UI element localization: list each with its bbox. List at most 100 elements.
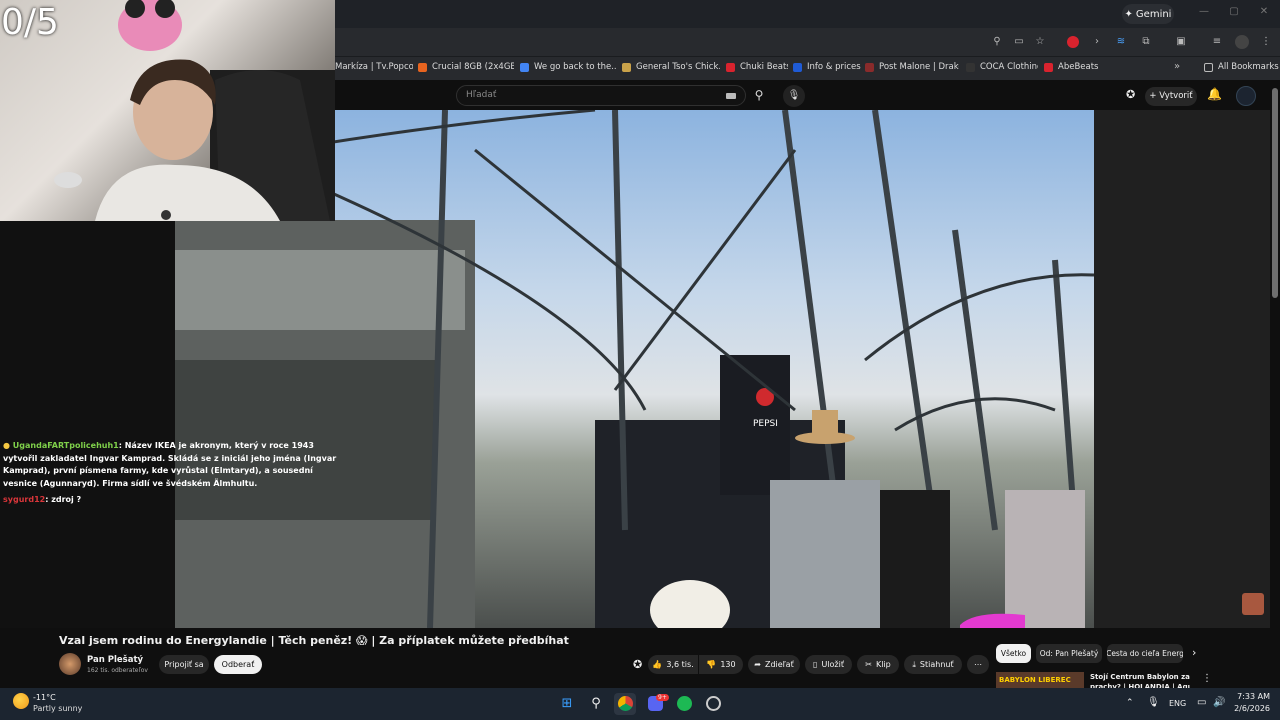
chrome-icon[interactable] xyxy=(614,693,636,715)
bookmark-label: Chuki Beats xyxy=(740,62,788,72)
bookmark-label: Post Malone | Drake... xyxy=(879,62,959,72)
extension-icon[interactable]: ≋ xyxy=(1114,35,1128,49)
more-icon[interactable]: ⋯ xyxy=(967,655,989,674)
bookmark-label: Info & prices xyxy=(807,62,861,72)
mic-icon[interactable]: 🎙 xyxy=(1147,697,1160,708)
bookmark-item[interactable]: Markíza | Tv.Popcor... xyxy=(335,58,413,76)
favicon-icon xyxy=(418,62,427,72)
clip-button[interactable]: ✂ Klip xyxy=(857,655,899,674)
mic-icon[interactable]: 🎙 xyxy=(783,85,805,107)
scissors-icon: ✂ xyxy=(865,660,872,669)
bookmark-label: AbeBeats xyxy=(1058,62,1099,72)
channel-name[interactable]: Pan Plešatý xyxy=(87,655,143,665)
bookmark-icon: ▯ xyxy=(813,660,818,669)
clock-date[interactable]: 2/6/2026 xyxy=(1228,704,1270,713)
bookmark-item[interactable]: Chuki Beats xyxy=(726,58,788,76)
spotify-icon[interactable] xyxy=(673,693,695,715)
weather-desc[interactable]: Partly sunny xyxy=(33,704,82,713)
obs-icon[interactable] xyxy=(702,693,724,715)
chat-user: sygurd12 xyxy=(3,495,46,504)
create-button[interactable]: + Vytvoriť xyxy=(1145,87,1197,106)
recommended-thumbnail[interactable]: BABYLON LIBEREC xyxy=(996,672,1084,688)
channel-watermark[interactable] xyxy=(1242,593,1264,615)
chip-related[interactable]: Cesta do cieľa Energ xyxy=(1107,644,1183,663)
volume-icon[interactable]: 🔊 xyxy=(1213,697,1225,708)
counter-overlay: 0/5 xyxy=(1,2,59,43)
clock-time[interactable]: 7:33 AM xyxy=(1228,692,1270,701)
search-icon[interactable]: ⚲ xyxy=(585,693,607,715)
bookmark-label: General Tso's Chick... xyxy=(636,62,720,72)
share-icon: ➦ xyxy=(754,660,761,669)
taskbar xyxy=(0,688,1280,720)
minimize-icon[interactable]: — xyxy=(1196,6,1212,22)
scrollbar[interactable] xyxy=(1272,88,1278,298)
share-button[interactable]: ➦ Zdieľať xyxy=(748,655,800,674)
video-title: Vzal jsem rodinu do Energylandie | Těch … xyxy=(59,634,569,647)
favicon-icon xyxy=(520,62,529,72)
tab-search-icon[interactable]: ≡ xyxy=(1210,35,1224,49)
language-indicator[interactable]: ENG xyxy=(1169,699,1186,708)
bookmark-item[interactable]: Crucial 8GB (2x4GB)... xyxy=(418,58,514,76)
cast-icon[interactable]: ▭ xyxy=(1012,35,1026,49)
cast-icon[interactable]: ✪ xyxy=(1126,88,1135,101)
menu-icon[interactable]: ⋮ xyxy=(1259,35,1273,49)
bookmark-label: Crucial 8GB (2x4GB)... xyxy=(432,62,514,72)
more-vert-icon[interactable]: ⋮ xyxy=(1202,673,1212,684)
chip-channel[interactable]: Od: Pan Plešatý xyxy=(1036,644,1102,663)
thumb-down-icon: 👎 xyxy=(706,660,717,669)
dislike-button[interactable]: 👎 130 xyxy=(699,655,743,674)
search-input[interactable]: Hľadať xyxy=(456,85,746,106)
search-icon[interactable]: ⚲ xyxy=(746,85,772,106)
like-button[interactable]: 👍 3,6 tis. xyxy=(648,655,698,674)
lightbulb-icon: ● xyxy=(3,441,10,450)
maximize-icon[interactable]: ▢ xyxy=(1226,6,1242,22)
zoom-icon[interactable]: ⚲ xyxy=(990,35,1004,49)
bookmark-item[interactable]: We go back to the... xyxy=(520,58,616,76)
bookmark-item[interactable]: Info & prices xyxy=(793,58,861,76)
recommended-title[interactable]: Stojí Centrum Babylon za ty xyxy=(1090,673,1190,681)
favicon-icon xyxy=(1044,62,1053,72)
weather-icon[interactable] xyxy=(13,693,29,709)
extension-icon[interactable]: › xyxy=(1090,35,1104,49)
extension-icon[interactable] xyxy=(1067,36,1079,48)
save-button[interactable]: ▯ Uložiť xyxy=(805,655,852,674)
sidepanel-icon[interactable]: ▣ xyxy=(1174,35,1188,49)
profile-avatar[interactable] xyxy=(1235,35,1249,49)
sparkle-icon: ✦ xyxy=(1124,8,1133,20)
bookmark-item[interactable]: COCA Clothing xyxy=(966,58,1038,76)
chat-message: sygurd12: zdroj ? xyxy=(3,494,338,507)
favicon-icon xyxy=(622,62,631,72)
gemini-button[interactable]: ✦ Gemini xyxy=(1122,4,1174,24)
bookmark-item[interactable]: Post Malone | Drake... xyxy=(865,58,959,76)
download-icon: ⤓ xyxy=(912,659,916,669)
join-button[interactable]: Pripojiť sa xyxy=(159,655,209,674)
subscribe-button[interactable]: Odberať xyxy=(214,655,262,674)
channel-avatar[interactable] xyxy=(1236,86,1256,106)
sparkle-icon[interactable]: ✪ xyxy=(633,658,642,671)
favicon-icon xyxy=(726,62,735,72)
chevron-right-icon[interactable]: › xyxy=(1192,646,1196,659)
weather-temp[interactable]: -11°C xyxy=(33,693,56,702)
display-icon[interactable]: ▭ xyxy=(1197,697,1206,708)
chevron-right-icon[interactable]: » xyxy=(1170,60,1184,74)
favicon-icon xyxy=(966,62,975,72)
keyboard-icon[interactable] xyxy=(726,93,736,99)
download-button[interactable]: ⤓ Stiahnuť xyxy=(904,655,962,674)
folder-icon xyxy=(1204,62,1213,72)
bookmark-label: COCA Clothing xyxy=(980,62,1038,72)
chat-user: UgandaFARTpolicehuh1 xyxy=(12,441,119,450)
bell-icon[interactable]: 🔔 xyxy=(1207,87,1222,101)
bookmark-label: Markíza | Tv.Popcor... xyxy=(335,62,413,72)
bookmark-item[interactable]: AbeBeats xyxy=(1044,58,1104,76)
chip-all[interactable]: Všetko xyxy=(996,644,1031,663)
close-icon[interactable]: ✕ xyxy=(1256,6,1272,22)
bookmark-item[interactable]: General Tso's Chick... xyxy=(622,58,720,76)
thumb-up-icon: 👍 xyxy=(652,660,663,669)
channel-avatar[interactable] xyxy=(59,653,81,675)
star-icon[interactable]: ☆ xyxy=(1033,35,1047,49)
all-bookmarks[interactable]: All Bookmarks xyxy=(1204,58,1279,76)
start-icon[interactable]: ⊞ xyxy=(556,693,578,715)
puzzle-icon[interactable]: ⧉ xyxy=(1139,35,1153,49)
chevron-up-icon[interactable]: ⌃ xyxy=(1126,698,1134,708)
favicon-icon xyxy=(865,62,874,72)
